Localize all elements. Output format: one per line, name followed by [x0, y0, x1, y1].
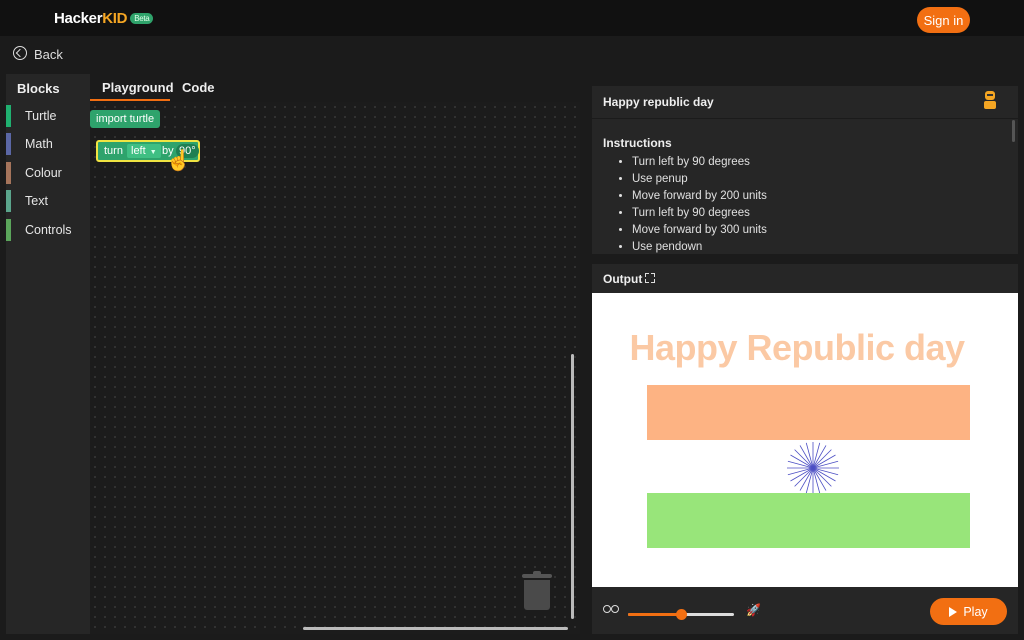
robot-mascot-icon: [982, 91, 998, 111]
category-label: Turtle: [25, 109, 57, 123]
play-label: Play: [963, 604, 988, 619]
category-color-bar: [6, 190, 11, 212]
wheel: [611, 605, 619, 613]
workspace-vertical-scrollbar[interactable]: [571, 354, 574, 619]
play-button[interactable]: Play: [930, 598, 1007, 625]
block-category-math[interactable]: Math: [6, 133, 90, 155]
ashoka-chakra: [787, 442, 839, 494]
corner: [645, 279, 649, 283]
category-label: Math: [25, 137, 53, 151]
block-category-controls[interactable]: Controls: [6, 219, 90, 241]
trash-lid: [522, 574, 552, 578]
back-arrow-icon[interactable]: [13, 46, 27, 60]
rocket-fast-icon: 🚀: [746, 603, 761, 617]
output-panel: Output Happy Republic day 🚀 Play: [592, 264, 1018, 634]
block-category-colour[interactable]: Colour: [6, 162, 90, 184]
flag-green-band: [647, 493, 970, 548]
fullscreen-icon[interactable]: [645, 273, 655, 283]
tab-code[interactable]: Code: [182, 80, 215, 95]
dropdown-caret-icon: ▼: [149, 149, 157, 156]
trash-can: [524, 580, 550, 610]
list-item: Use penup: [632, 171, 767, 188]
play-icon: [949, 606, 958, 617]
corner: [651, 279, 655, 283]
instructions-heading: Instructions: [603, 136, 672, 150]
turn-label: turn: [104, 145, 123, 157]
hand-pointer-icon: ☝: [166, 150, 191, 172]
hackerkid-logo[interactable]: HackerKID Beta: [54, 10, 154, 27]
challenge-title: Happy republic day: [603, 95, 714, 109]
divider: [592, 118, 1018, 119]
editor-tabs: Playground Code: [90, 74, 580, 102]
trash-icon[interactable]: [522, 571, 552, 610]
logo-hacker-text: Hacker: [54, 10, 103, 27]
robot-body: [984, 101, 996, 109]
direction-dropdown[interactable]: left ▼: [127, 144, 161, 158]
list-item: Use pendown: [632, 239, 767, 254]
turtle-output-canvas: Happy Republic day: [592, 293, 1018, 587]
blocks-panel: Blocks Turtle Math Colour Text Controls: [6, 74, 90, 634]
category-color-bar: [6, 219, 11, 241]
top-bar: HackerKID Beta Sign in: [0, 0, 1024, 36]
instructions-list: Turn left by 90 degrees Use penup Move f…: [620, 154, 767, 254]
flag-saffron-band: [647, 385, 970, 440]
wheel: [603, 605, 611, 613]
tab-playground[interactable]: Playground: [102, 80, 174, 95]
beta-badge: Beta: [130, 13, 154, 24]
workspace-horizontal-scrollbar[interactable]: [303, 627, 568, 630]
logo-kid-text: KID: [102, 10, 128, 27]
category-color-bar: [6, 133, 11, 155]
list-item: Turn left by 90 degrees: [632, 205, 767, 222]
blocks-title: Blocks: [17, 81, 60, 96]
robot-head: [985, 91, 995, 100]
category-color-bar: [6, 162, 11, 184]
category-label: Colour: [25, 166, 62, 180]
corner: [651, 273, 655, 277]
sign-in-button[interactable]: Sign in: [917, 7, 970, 33]
active-tab-indicator: [90, 99, 170, 101]
corner: [645, 273, 649, 277]
bicycle-slow-icon: [603, 602, 619, 613]
speed-slider-thumb[interactable]: [676, 609, 687, 620]
category-label: Controls: [25, 223, 72, 237]
direction-value: left: [131, 145, 146, 157]
block-category-turtle[interactable]: Turtle: [6, 105, 90, 127]
category-label: Text: [25, 194, 48, 208]
import-turtle-block[interactable]: import turtle: [90, 110, 161, 128]
speed-slider-fill: [628, 613, 681, 616]
list-item: Turn left by 90 degrees: [632, 154, 767, 171]
back-link[interactable]: Back: [34, 47, 63, 62]
block-category-text[interactable]: Text: [6, 190, 90, 212]
list-item: Move forward by 300 units: [632, 222, 767, 239]
playback-controls: 🚀 Play: [592, 587, 1018, 634]
speed-slider[interactable]: [628, 609, 734, 620]
category-color-bar: [6, 105, 11, 127]
blocks-workspace[interactable]: import turtle turn left ▼ by 90° ☝: [90, 102, 580, 634]
canvas-text: Happy Republic day: [629, 327, 965, 368]
instructions-panel: Happy republic day Instructions Turn lef…: [592, 86, 1018, 254]
list-item: Move forward by 200 units: [632, 188, 767, 205]
output-title: Output: [603, 272, 643, 286]
back-row: [0, 36, 1024, 74]
instructions-scrollbar[interactable]: [1012, 120, 1015, 142]
